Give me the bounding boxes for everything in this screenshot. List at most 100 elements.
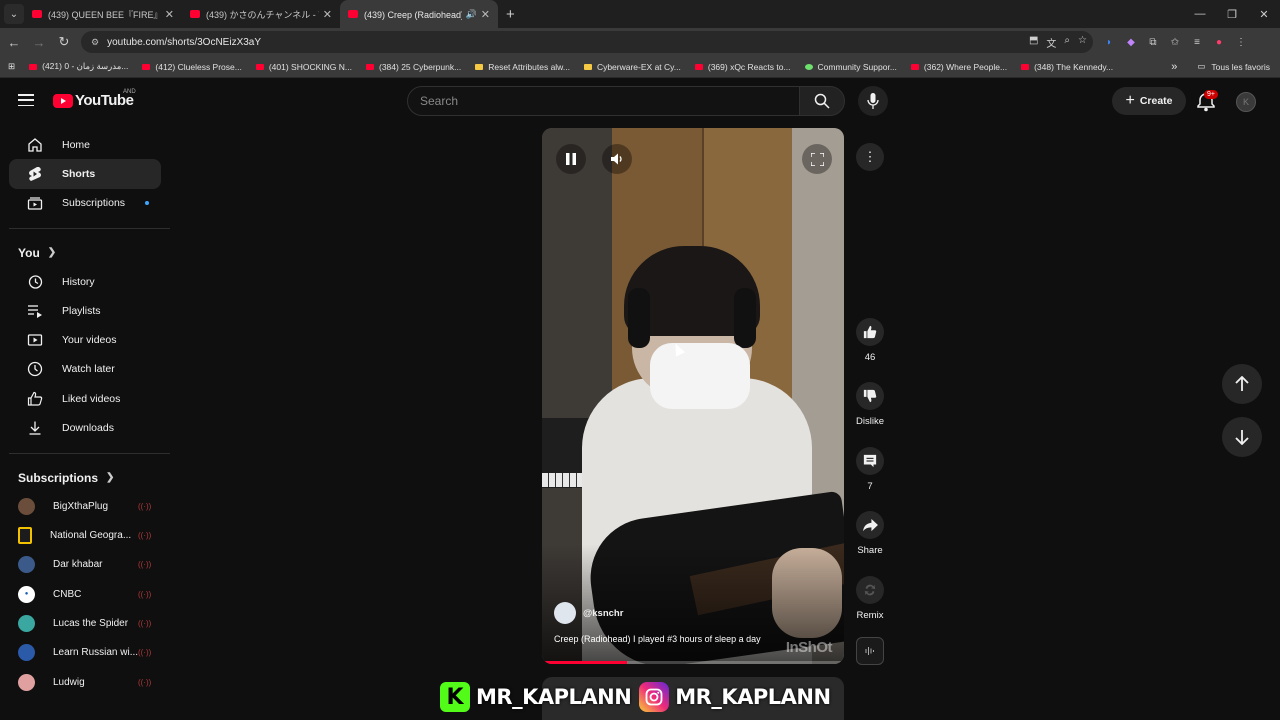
youtube-favicon-icon xyxy=(32,10,42,18)
like-button[interactable] xyxy=(856,318,884,346)
channel-avatar[interactable] xyxy=(554,602,576,624)
subscription-item[interactable]: BigXthaPlug ((·)) xyxy=(0,492,170,521)
sidebar-item-your-videos[interactable]: Your videos xyxy=(9,325,161,354)
favorites-icon[interactable]: ✩ xyxy=(1167,34,1183,50)
create-label: Create xyxy=(1139,95,1173,107)
channel-avatar xyxy=(18,673,35,691)
window-controls: — ❐ ✕ xyxy=(1184,0,1280,28)
sidebar-item-liked-videos[interactable]: Liked videos xyxy=(9,384,161,413)
sidebar-item-watch-later[interactable]: Watch later xyxy=(9,355,161,384)
chevron-right-icon[interactable]: » xyxy=(1171,61,1177,73)
subscription-item[interactable]: Learn Russian wi... ((·)) xyxy=(0,638,170,667)
new-tab-icon[interactable]: + xyxy=(506,6,515,23)
fullscreen-button[interactable] xyxy=(802,144,832,174)
channel-name: National Geogra... xyxy=(50,530,132,542)
puzzle-icon[interactable]: ⧉ xyxy=(1145,34,1161,50)
browser-tab-active[interactable]: (439) Creep (Radiohead) 到 🔊 ✕ xyxy=(340,0,498,28)
previous-short-button[interactable] xyxy=(1222,364,1262,404)
close-tab-icon[interactable]: ✕ xyxy=(481,8,490,21)
divider xyxy=(9,452,170,454)
site-info-icon[interactable]: ⚙ xyxy=(91,37,99,48)
menu-icon[interactable]: ⋮ xyxy=(1233,34,1249,50)
account-avatar[interactable]: K xyxy=(1236,92,1256,112)
bookmark-star-icon[interactable]: ☆ xyxy=(1078,35,1087,50)
install-icon[interactable]: ⬒ xyxy=(1029,35,1038,50)
back-icon[interactable]: ← xyxy=(3,31,25,53)
apps-icon[interactable]: ⊞ xyxy=(8,61,15,72)
subscription-item[interactable]: Dar khabar ((·)) xyxy=(0,550,170,579)
extension-icon[interactable]: ◗ xyxy=(1101,34,1117,50)
shorts-icon xyxy=(27,166,43,182)
bookmark-item[interactable]: (362) Where People... xyxy=(910,62,1007,72)
close-tab-icon[interactable]: ✕ xyxy=(323,8,332,21)
close-window-icon[interactable]: ✕ xyxy=(1248,0,1280,28)
hamburger-menu-icon[interactable] xyxy=(18,94,34,106)
search-button[interactable] xyxy=(799,86,845,116)
you-section-header[interactable]: You ❯ xyxy=(0,239,170,267)
pause-button[interactable] xyxy=(556,144,586,174)
voice-search-button[interactable] xyxy=(858,86,888,116)
browser-tab[interactable]: (439) かさのんチャンネル - YouTube ✕ xyxy=(182,0,340,28)
sidebar-item-shorts[interactable]: Shorts xyxy=(9,159,161,189)
close-tab-icon[interactable]: ✕ xyxy=(165,8,174,21)
minimize-icon[interactable]: — xyxy=(1184,0,1216,28)
shorts-video-player[interactable]: @ksnchr Creep (Radiohead) I played #3 ho… xyxy=(542,128,844,664)
live-indicator-icon: ((·)) xyxy=(138,677,152,687)
subscription-item[interactable]: National Geogra... ((·)) xyxy=(0,521,170,550)
all-bookmarks-link[interactable]: Tous les favoris xyxy=(1211,62,1270,72)
create-button[interactable]: + Create xyxy=(1112,87,1186,115)
volume-button[interactable] xyxy=(602,144,632,174)
share-button[interactable] xyxy=(856,511,884,539)
browser-tab[interactable]: (439) QUEEN BEE『FIRE』Official ✕ xyxy=(24,0,182,28)
bookmark-item[interactable]: Community Suppor... xyxy=(804,61,897,72)
next-short-button[interactable] xyxy=(1222,417,1262,457)
bookmark-item[interactable]: (412) Clueless Prose... xyxy=(142,62,242,72)
translate-icon[interactable]: 文 xyxy=(1046,35,1056,50)
subscriptions-title: Subscriptions xyxy=(18,470,99,485)
extension-icon[interactable]: ◆ xyxy=(1123,34,1139,50)
more-options-button[interactable]: ⋮ xyxy=(856,143,884,171)
youtube-favicon-icon xyxy=(255,63,264,70)
more-vert-icon: ⋮ xyxy=(863,149,877,164)
subscription-item[interactable]: ● CNBC ((·)) xyxy=(0,580,170,609)
sidebar-item-downloads[interactable]: Downloads xyxy=(9,413,161,442)
bookmark-item[interactable]: (384) 25 Cyberpunk... xyxy=(365,62,461,72)
bookmark-item[interactable]: (369) xQc Reacts to... xyxy=(694,62,791,72)
bookmark-label: Community Suppor... xyxy=(817,61,897,72)
sound-thumbnail[interactable] xyxy=(856,637,884,665)
search-input[interactable] xyxy=(420,94,799,108)
progress-bar[interactable] xyxy=(542,661,844,664)
audio-wave-icon xyxy=(865,647,874,655)
channel-name: BigXthaPlug xyxy=(53,500,109,512)
subscriptions-section-header[interactable]: Subscriptions ❯ xyxy=(0,464,170,492)
dislike-button[interactable] xyxy=(856,382,884,410)
bookmark-item[interactable]: (401) SHOCKING N... xyxy=(255,62,352,72)
sidebar-item-subscriptions[interactable]: Subscriptions xyxy=(9,189,161,218)
tab-search-icon[interactable]: ⌄ xyxy=(4,4,24,24)
media-icon[interactable]: ≡ xyxy=(1189,34,1205,50)
remix-button[interactable] xyxy=(856,576,884,604)
youtube-logo[interactable]: YouTube AND xyxy=(53,89,136,109)
channel-handle[interactable]: @ksnchr xyxy=(583,608,623,619)
subscription-item[interactable]: Lucas the Spider ((·)) xyxy=(0,609,170,638)
sidebar-item-home[interactable]: Home xyxy=(9,130,161,159)
channel-info[interactable]: @ksnchr xyxy=(554,602,623,624)
bookmark-item[interactable]: (348) The Kennedy... xyxy=(1021,62,1113,72)
sidebar-item-history[interactable]: History xyxy=(9,267,161,296)
profile-icon[interactable]: ● xyxy=(1211,34,1227,50)
restore-icon[interactable]: ❐ xyxy=(1216,0,1248,28)
channel-avatar xyxy=(18,556,35,574)
speaker-icon[interactable]: 🔊 xyxy=(466,9,477,20)
search-box[interactable] xyxy=(407,86,800,116)
subscription-item[interactable]: Ludwig ((·)) xyxy=(0,667,170,696)
sidebar-item-playlists[interactable]: Playlists xyxy=(9,296,161,325)
forward-icon[interactable]: → xyxy=(28,31,50,53)
url-field[interactable]: ⚙ youtube.com/shorts/3OcNEizX3aY ⬒ 文 ⌕ ☆ xyxy=(81,31,1093,53)
sidebar-item-label: Subscriptions xyxy=(62,197,126,210)
bookmark-item[interactable]: Reset Attributes alw... xyxy=(475,62,570,72)
reload-icon[interactable]: ↻ xyxy=(53,31,75,53)
comments-button[interactable] xyxy=(856,447,884,475)
zoom-icon[interactable]: ⌕ xyxy=(1064,35,1070,50)
bookmark-item[interactable]: (421) مدرسة زمان - 0... xyxy=(29,61,128,72)
bookmark-item[interactable]: Cyberware-EX at Cy... xyxy=(583,62,681,72)
